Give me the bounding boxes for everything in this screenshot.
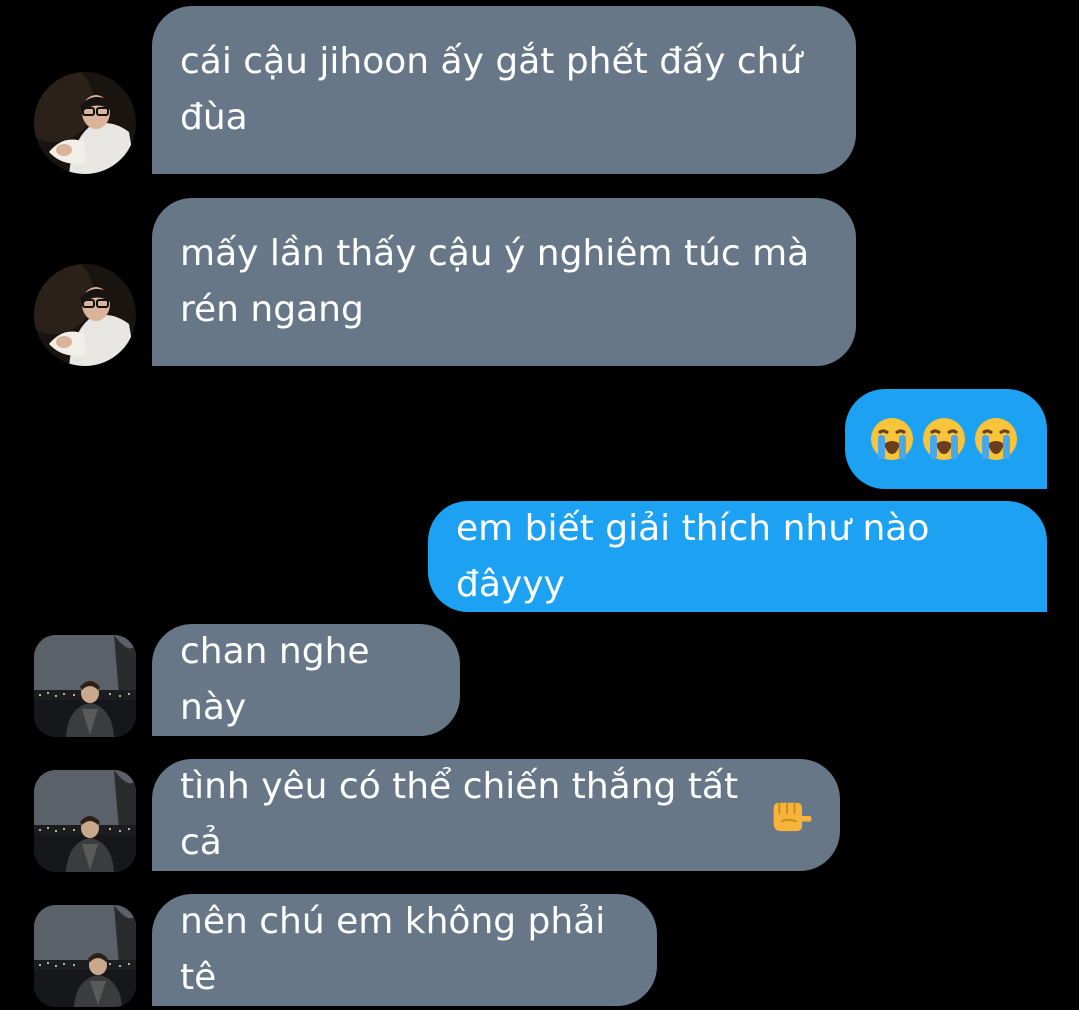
man-glasses-avatar-image xyxy=(34,264,136,366)
loudly-crying-face-icon xyxy=(975,418,1017,460)
fist-pointing-hand-icon xyxy=(774,802,812,832)
message-bubble[interactable]: tình yêu có thể chiến thắng tất cả xyxy=(152,759,840,871)
loudly-crying-face-icon xyxy=(923,418,965,460)
chat-thread: cái cậu jihoon ấy gắt phết đấy chứ đùa m… xyxy=(0,0,1079,1010)
avatar[interactable] xyxy=(34,770,136,872)
loudly-crying-face-icon xyxy=(871,418,913,460)
message-bubble[interactable] xyxy=(845,389,1047,489)
emoji-row xyxy=(869,416,1019,462)
message-text: tình yêu có thể chiến thắng tất cả xyxy=(180,766,739,863)
night-lake-avatar-image xyxy=(34,770,136,872)
message-text: em biết giải thích như nào đâyyy xyxy=(456,507,930,605)
avatar[interactable] xyxy=(34,905,136,1007)
man-glasses-avatar-image xyxy=(34,72,136,174)
message-bubble[interactable]: cái cậu jihoon ấy gắt phết đấy chứ đùa xyxy=(152,6,856,174)
message-text: mấy lần thấy cậu ý nghiêm túc mà rén nga… xyxy=(180,233,810,330)
avatar[interactable] xyxy=(34,635,136,737)
message-text: cái cậu jihoon ấy gắt phết đấy chứ đùa xyxy=(180,41,803,138)
message-bubble[interactable]: chan nghe này xyxy=(152,624,460,736)
message-bubble[interactable]: mấy lần thấy cậu ý nghiêm túc mà rén nga… xyxy=(152,198,856,366)
night-lake-avatar-image xyxy=(34,905,136,1007)
avatar[interactable] xyxy=(34,72,136,174)
message-text: chan nghe này xyxy=(180,631,370,728)
message-text: nên chú em không phải tê xyxy=(180,901,606,998)
avatar[interactable] xyxy=(34,264,136,366)
message-bubble[interactable]: em biết giải thích như nào đâyyy xyxy=(428,501,1047,612)
night-lake-avatar-image xyxy=(34,635,136,737)
message-bubble[interactable]: nên chú em không phải tê xyxy=(152,894,657,1006)
